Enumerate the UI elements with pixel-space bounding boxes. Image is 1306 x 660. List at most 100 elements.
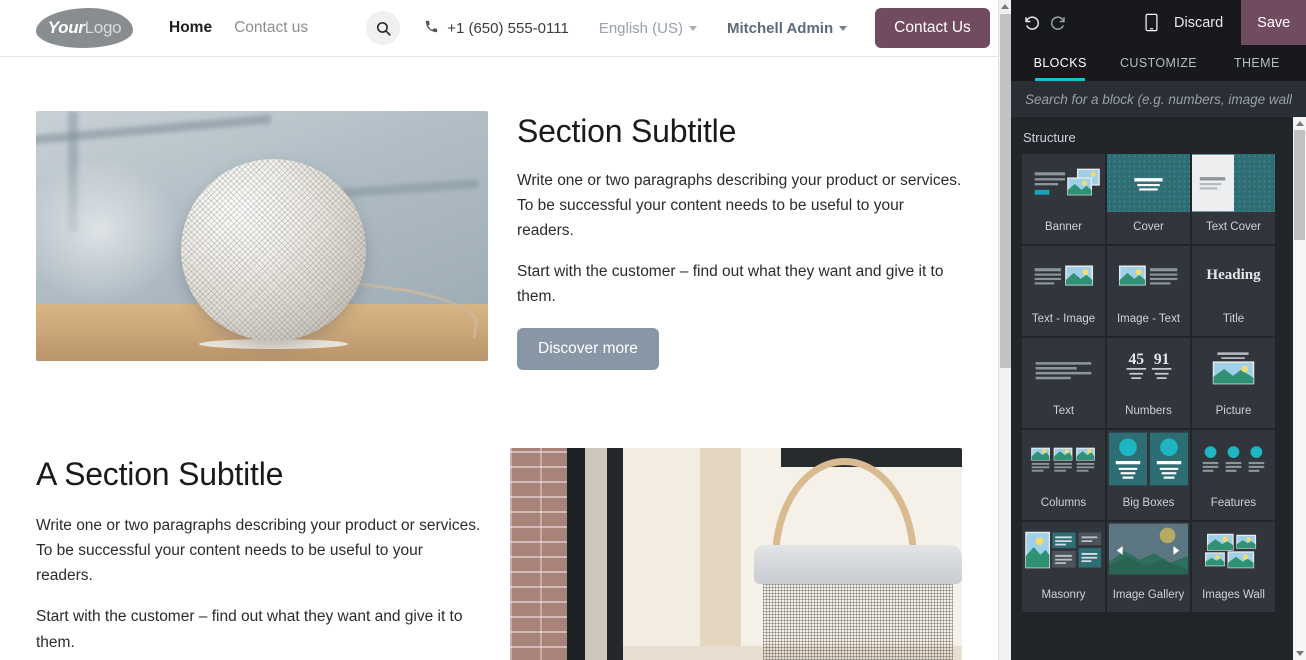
website-builder-screen: Your Logo Home Contact us +1 (650) 555-0… xyxy=(0,0,1306,660)
language-label: English (US) xyxy=(598,19,684,37)
logo-text-primary: Your xyxy=(47,18,85,37)
picture-thumbnail-icon xyxy=(1192,338,1275,396)
block-tile-image-gallery[interactable]: Image Gallery xyxy=(1106,521,1191,613)
nav-link-contact-us[interactable]: Contact us xyxy=(234,19,308,37)
user-name-label: Mitchell Admin xyxy=(727,19,834,37)
image-gallery-thumbnail-icon xyxy=(1107,522,1190,580)
section-2-text: A Section Subtitle Write one or two para… xyxy=(36,448,481,660)
redo-icon[interactable] xyxy=(1049,0,1067,45)
images-wall-thumbnail-icon xyxy=(1192,522,1275,580)
block-label-text-cover: Text Cover xyxy=(1206,221,1261,234)
text-cover-thumbnail-icon xyxy=(1192,154,1275,212)
photo-interior-wall xyxy=(623,448,700,660)
block-label-banner: Banner xyxy=(1044,221,1083,234)
page-title: Section Subtitle xyxy=(517,113,737,149)
nav-link-home[interactable]: Home xyxy=(169,19,212,37)
block-label-images-wall: Images Wall xyxy=(1202,589,1265,602)
panel-scroll-up-arrow-icon[interactable] xyxy=(1293,117,1306,130)
photo-light-glow xyxy=(36,156,181,306)
block-tile-masonry[interactable]: Masonry xyxy=(1021,521,1106,613)
numbers-thumbnail-icon: 45 91 xyxy=(1107,338,1190,396)
cover-thumbnail-icon xyxy=(1107,154,1190,212)
svg-text:45: 45 xyxy=(1128,351,1144,368)
tab-customize[interactable]: CUSTOMIZE xyxy=(1109,45,1207,81)
photo-speaker-mesh xyxy=(180,158,366,341)
block-label-text: Text xyxy=(1052,405,1075,418)
block-tile-text-cover[interactable]: Text Cover xyxy=(1191,153,1276,245)
website-page: Your Logo Home Contact us +1 (650) 555-0… xyxy=(0,0,998,660)
title-thumbnail-text: Heading xyxy=(1206,266,1261,283)
block-tile-cover[interactable]: Cover xyxy=(1106,153,1191,245)
site-logo[interactable]: Your Logo xyxy=(36,8,133,48)
language-selector[interactable]: English (US) xyxy=(598,19,698,37)
block-tile-columns[interactable]: Columns xyxy=(1021,429,1106,521)
block-search-row xyxy=(1011,81,1306,117)
panel-scrollbar-thumb[interactable] xyxy=(1294,130,1305,240)
mobile-preview-icon[interactable] xyxy=(1145,0,1158,45)
photo-ceiling-beam xyxy=(781,448,962,467)
search-icon[interactable] xyxy=(366,11,401,45)
block-tile-text[interactable]: Text xyxy=(1021,337,1106,429)
user-menu[interactable]: Mitchell Admin xyxy=(727,19,848,37)
title-thumbnail-icon: Heading xyxy=(1192,246,1275,304)
columns-thumbnail-icon xyxy=(1022,430,1105,488)
features-thumbnail-icon xyxy=(1192,430,1275,488)
block-label-title: Title xyxy=(1222,313,1245,326)
discover-more-button[interactable]: Discover more xyxy=(517,328,659,371)
phone-icon xyxy=(424,19,439,38)
block-label-text-image: Text - Image xyxy=(1031,313,1096,326)
panel-scrollbar[interactable] xyxy=(1293,117,1306,660)
tab-blocks[interactable]: BLOCKS xyxy=(1011,45,1109,81)
big-boxes-thumbnail-icon xyxy=(1107,430,1190,488)
section-1-paragraph-1: Write one or two paragraphs describing y… xyxy=(517,171,962,240)
photo-speaker-body xyxy=(180,158,366,341)
block-label-columns: Columns xyxy=(1040,497,1087,510)
block-label-cover: Cover xyxy=(1133,221,1164,234)
block-label-masonry: Masonry xyxy=(1041,589,1086,602)
chevron-down-icon xyxy=(839,25,848,31)
photo-window-frame xyxy=(607,448,623,660)
masonry-thumbnail-icon xyxy=(1022,522,1105,580)
block-label-big-boxes: Big Boxes xyxy=(1122,497,1175,510)
block-tile-features[interactable]: Features xyxy=(1191,429,1276,521)
save-button[interactable]: Save xyxy=(1241,0,1306,45)
blocks-list: Structure Banner Cover Text Cover Text -… xyxy=(1011,117,1306,660)
search-input[interactable] xyxy=(1011,91,1306,107)
block-tile-images-wall[interactable]: Images Wall xyxy=(1191,521,1276,613)
svg-text:91: 91 xyxy=(1154,351,1170,368)
logo-text: Your Logo xyxy=(36,8,133,48)
panel-scroll-down-arrow-icon[interactable] xyxy=(1293,647,1306,660)
block-tile-title[interactable]: Heading Title xyxy=(1191,245,1276,337)
website-preview-pane: Your Logo Home Contact us +1 (650) 555-0… xyxy=(0,0,1011,660)
editor-panel: Discard Save BLOCKS CUSTOMIZE THEME Stru… xyxy=(1011,0,1306,660)
website-scrollbar[interactable] xyxy=(998,0,1011,660)
logo-text-secondary: Logo xyxy=(84,18,122,37)
section-2-image xyxy=(510,448,962,660)
portable-speaker-photo xyxy=(510,448,962,660)
section-2-paragraph-2: Start with the customer – find out what … xyxy=(36,608,463,651)
discard-button[interactable]: Discard xyxy=(1174,15,1223,31)
phone-number: +1 (650) 555-0111 xyxy=(424,19,569,38)
section-2-title: A Section Subtitle xyxy=(36,456,284,493)
text-image-thumbnail-icon xyxy=(1022,246,1105,304)
contact-us-button[interactable]: Contact Us xyxy=(875,8,990,48)
block-label-image-gallery: Image Gallery xyxy=(1112,589,1185,602)
section-text-image: A Section Subtitle Write one or two para… xyxy=(0,448,998,660)
undo-icon[interactable] xyxy=(1023,0,1041,45)
section-1-image xyxy=(36,111,488,361)
block-tile-image-text[interactable]: Image - Text xyxy=(1106,245,1191,337)
image-text-thumbnail-icon xyxy=(1107,246,1190,304)
photo-window-pane xyxy=(584,448,608,660)
block-tile-text-image[interactable]: Text - Image xyxy=(1021,245,1106,337)
block-tile-big-boxes[interactable]: Big Boxes xyxy=(1106,429,1191,521)
tab-theme[interactable]: THEME xyxy=(1208,45,1306,81)
scrollbar-thumb[interactable] xyxy=(1000,14,1011,368)
block-tile-numbers[interactable]: 45 91 Numbers xyxy=(1106,337,1191,429)
editor-tabs: BLOCKS CUSTOMIZE THEME xyxy=(1011,45,1306,81)
block-tile-picture[interactable]: Picture xyxy=(1191,337,1276,429)
block-tile-banner[interactable]: Banner xyxy=(1021,153,1106,245)
block-label-features: Features xyxy=(1210,497,1257,510)
scroll-up-arrow-icon[interactable] xyxy=(999,0,1011,13)
block-category-label: Structure xyxy=(1023,130,1076,145)
editor-toolbar: Discard Save xyxy=(1011,0,1306,45)
